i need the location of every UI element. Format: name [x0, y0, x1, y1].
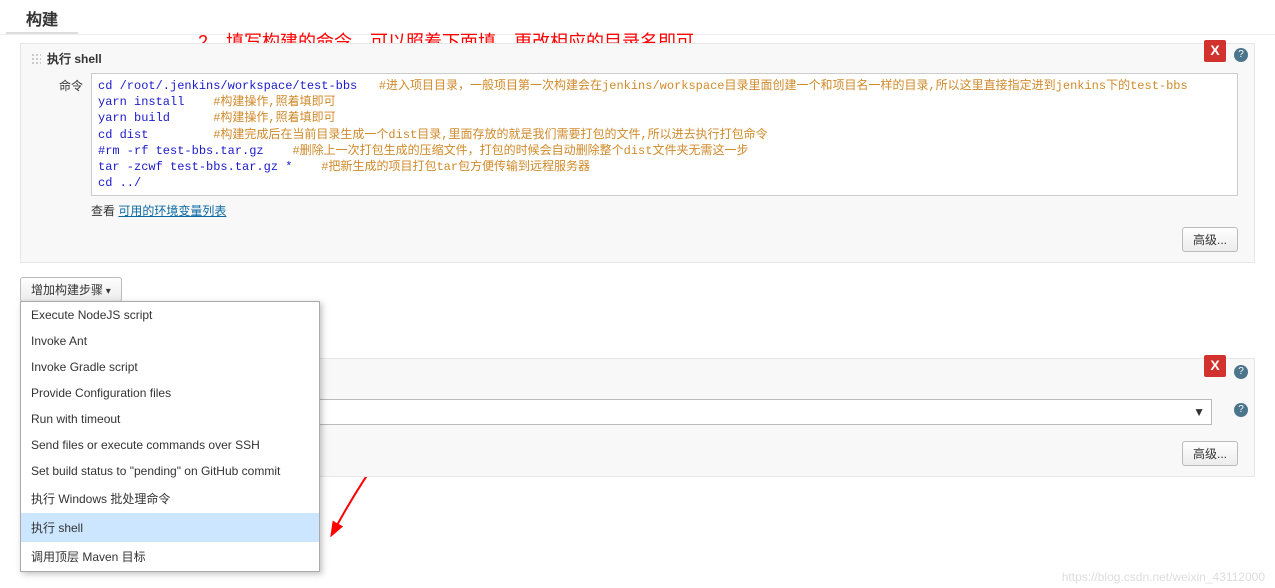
step-title: 执行 shell [47, 50, 102, 67]
chevron-down-icon: ▼ [1193, 405, 1205, 419]
watermark-text: https://blog.csdn.net/weixin_43112000 [1062, 570, 1265, 584]
advanced-button[interactable]: 高级... [1182, 227, 1238, 252]
command-label: 命令 [37, 73, 91, 94]
build-step-execute-shell: X ? 执行 shell 命令 cd /root/.jenkins/worksp… [20, 43, 1255, 263]
help-icon[interactable]: ? [1234, 48, 1248, 62]
env-vars-prefix: 查看 [91, 204, 118, 218]
dropdown-item[interactable]: Provide Configuration files [21, 380, 319, 406]
dropdown-item[interactable]: 执行 Windows 批处理命令 [21, 484, 319, 513]
env-vars-row: 查看 可用的环境变量列表 [29, 198, 1246, 221]
dropdown-item[interactable]: Invoke Ant [21, 328, 319, 354]
dropdown-item[interactable]: Execute NodeJS script [21, 302, 319, 328]
delete-step-button-2[interactable]: X [1204, 355, 1226, 377]
add-build-step-button[interactable]: 增加构建步骤 [20, 277, 122, 302]
dropdown-item[interactable]: Send files or execute commands over SSH [21, 432, 319, 458]
add-build-step-dropdown: Execute NodeJS scriptInvoke AntInvoke Gr… [20, 301, 320, 572]
dropdown-item[interactable]: 执行 shell [21, 513, 319, 542]
delete-step-button[interactable]: X [1204, 40, 1226, 62]
help-icon[interactable]: ? [1234, 365, 1248, 379]
command-textarea[interactable]: cd /root/.jenkins/workspace/test-bbs #进入… [91, 73, 1238, 196]
step-header: 执行 shell [29, 50, 1246, 71]
dropdown-item[interactable]: Set build status to "pending" on GitHub … [21, 458, 319, 484]
advanced-button-2[interactable]: 高级... [1182, 441, 1238, 466]
drag-handle-icon[interactable] [31, 53, 41, 65]
dropdown-item[interactable]: 调用顶层 Maven 目标 [21, 542, 319, 571]
dropdown-item[interactable]: Invoke Gradle script [21, 354, 319, 380]
env-vars-link[interactable]: 可用的环境变量列表 [118, 204, 226, 218]
help-icon[interactable]: ? [1234, 403, 1248, 417]
dropdown-item[interactable]: Run with timeout [21, 406, 319, 432]
section-title-build: 构建 [6, 0, 78, 34]
